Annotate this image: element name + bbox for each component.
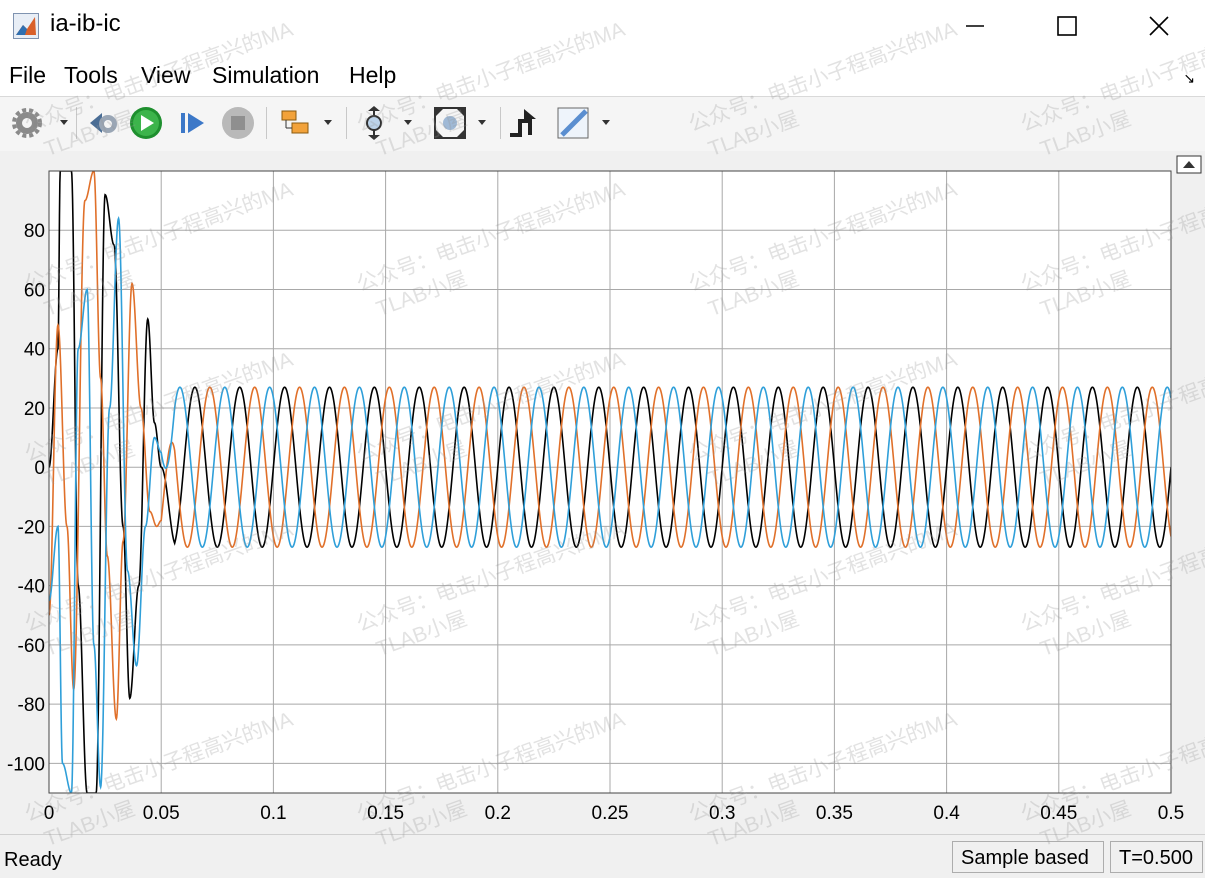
step-back-icon [86,105,122,141]
triggers-button[interactable] [506,105,542,141]
maximize-button[interactable] [1021,0,1113,52]
x-tick-label: 0.15 [367,803,404,824]
measurements-button[interactable] [556,105,618,141]
step-back-button[interactable] [86,105,122,141]
run-button[interactable] [128,105,164,141]
y-tick-label: 80 [24,221,45,242]
toolbar [0,96,1205,152]
x-tick-label: 0.35 [816,803,853,824]
gear-icon [8,105,70,141]
trigger-icon [506,105,542,141]
sample-mode-indicator: Sample based [952,841,1104,873]
y-tick-label: -100 [7,754,45,775]
x-tick-label: 0.1 [260,803,286,824]
x-tick-label: 0.2 [485,803,511,824]
x-tick-label: 0 [44,803,55,824]
menu-view[interactable]: View [141,62,190,89]
status-bar: Ready Sample based T=0.500 [0,834,1205,878]
minimize-icon [964,15,986,37]
menu-file[interactable]: File [9,62,46,89]
stop-button[interactable] [220,105,256,141]
menu-bar: File Tools View Simulation Help ↘ [0,52,1205,96]
window-title: ia-ib-ic [50,10,121,38]
y-tick-label: 0 [34,458,45,479]
menu-simulation[interactable]: Simulation [212,62,319,89]
minimize-button[interactable] [929,0,1021,52]
y-tick-label: 20 [24,399,45,420]
x-tick-label: 0.3 [709,803,735,824]
settings-button[interactable] [8,105,70,141]
menu-help[interactable]: Help [349,62,396,89]
close-icon [1148,15,1170,37]
close-button[interactable] [1113,0,1205,52]
play-icon [128,105,164,141]
x-tick-label: 0.5 [1158,803,1184,824]
x-tick-label: 0.05 [143,803,180,824]
step-forward-icon [176,105,212,141]
y-tick-label: 40 [24,340,45,361]
autoscale-button[interactable] [432,105,494,141]
y-tick-label: 60 [24,280,45,301]
zoom-button[interactable] [358,105,420,141]
x-tick-label: 0.45 [1040,803,1077,824]
step-forward-button[interactable] [176,105,212,141]
y-tick-label: -60 [18,636,45,657]
x-tick-label: 0.25 [592,803,629,824]
maximize-icon [1056,15,1078,37]
undock-icon[interactable]: ↘ [1183,70,1195,87]
zoom-icon [358,105,420,141]
stop-icon [220,105,256,141]
highlight-block-button[interactable] [278,105,340,141]
simulation-time: T=0.500 [1110,841,1203,873]
y-tick-label: -20 [18,517,45,538]
scope-plot-area: 0 0.05 0.1 0.15 0.2 0.25 0.3 0.35 0.4 0.45 0.5 80 60… [0,151,1205,834]
highlight-icon [278,105,340,141]
current-chart[interactable]: 0 0.05 0.1 0.15 0.2 0.25 0.3 0.35 0.4 0.45 0.5 80 60… [0,151,1205,834]
scope-app-icon [13,13,39,39]
ruler-icon [556,105,618,141]
menu-tools[interactable]: Tools [64,62,118,89]
autoscale-icon [432,105,494,141]
y-tick-label: -80 [18,695,45,716]
y-tick-label: -40 [18,577,45,598]
status-text: Ready [4,849,62,872]
title-bar: ia-ib-ic [0,0,1205,52]
x-tick-label: 0.4 [933,803,960,824]
